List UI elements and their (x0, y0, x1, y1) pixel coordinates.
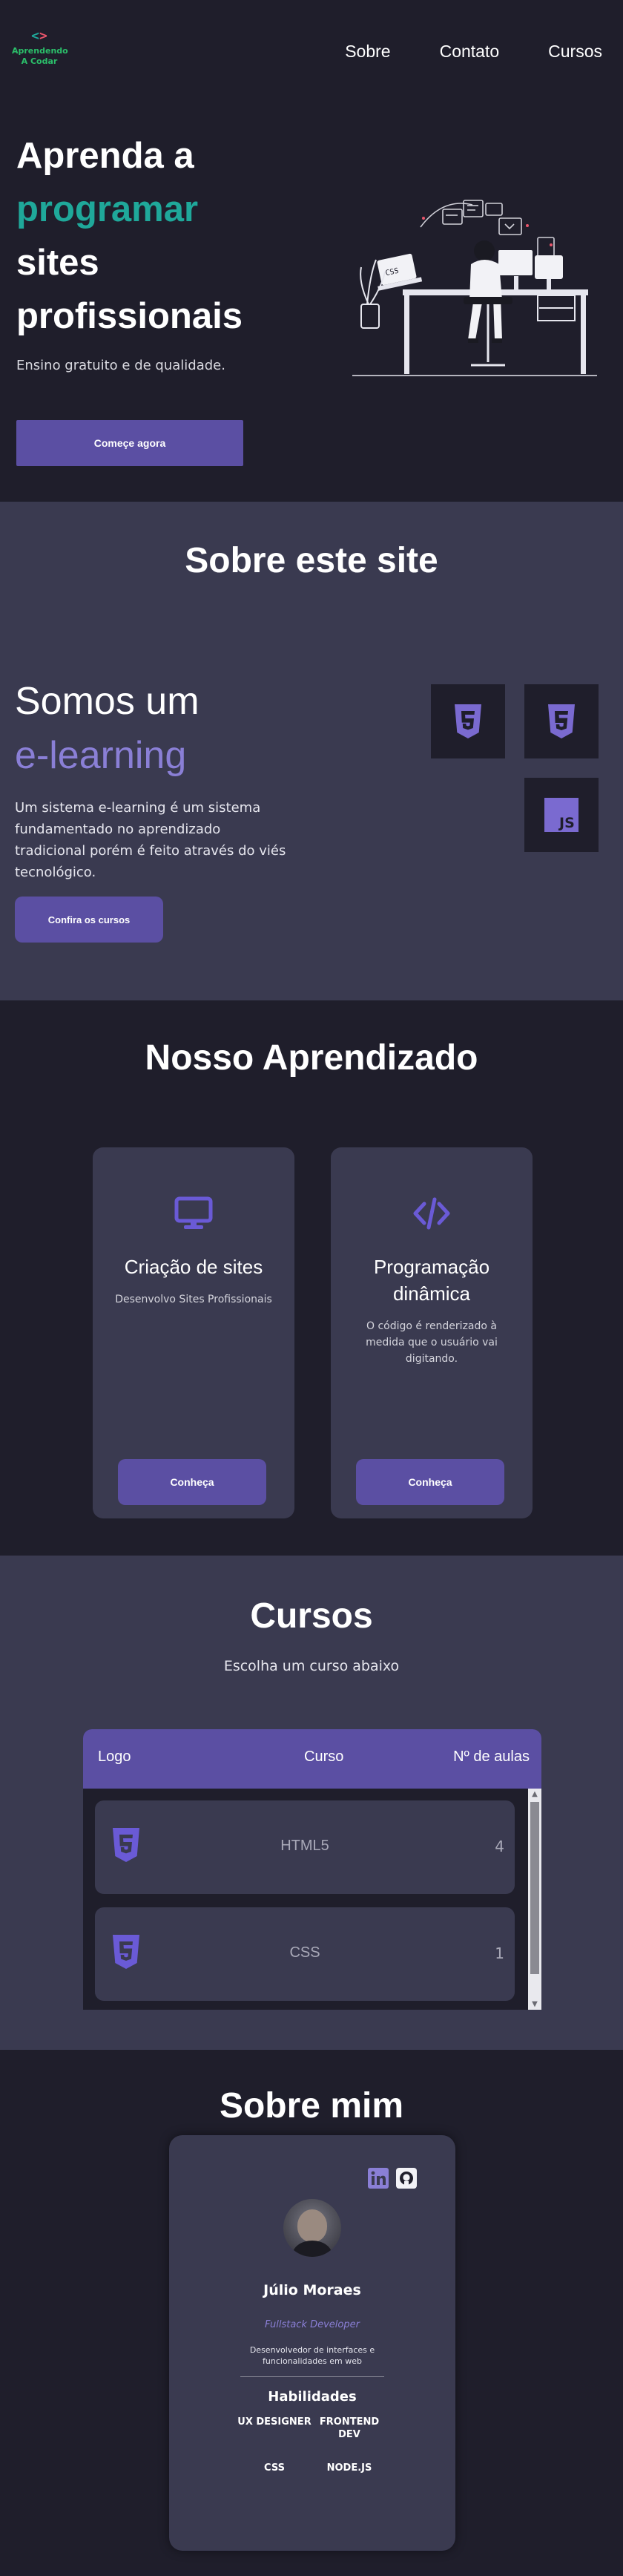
lesson-count: 1 (495, 1944, 504, 1962)
hero-title-line2: programar (16, 189, 199, 229)
js-tile: JS (524, 778, 599, 852)
learning-card-sites: Criação de sites Desenvolvo Sites Profis… (93, 1147, 294, 1518)
nav-link-cursos[interactable]: Cursos (548, 42, 602, 62)
hero-title-line3: sites (16, 243, 99, 283)
main-nav: Sobre Contato Cursos (296, 42, 602, 62)
github-icon[interactable] (396, 2168, 417, 2189)
skill-item: CSS (264, 2462, 285, 2474)
brand-line2: A Codar (21, 56, 58, 66)
about-me-section: Sobre mim Júlio Moraes Fullstack Develop… (0, 2050, 623, 2576)
skill-item: UX DESIGNER (237, 2416, 312, 2428)
card-description: Desenvolvo Sites Profissionais (115, 1294, 272, 1305)
card-icon-wrap (93, 1196, 294, 1230)
monitor-icon (174, 1196, 213, 1229)
elearning-heading-line2: e-learning (15, 734, 187, 777)
learn-more-button[interactable]: Conheça (356, 1459, 504, 1505)
courses-subtitle: Escolha um curso abaixo (223, 1658, 400, 1674)
start-now-button[interactable]: Começe agora (16, 420, 243, 466)
brand-mark-right: > (39, 28, 47, 44)
about-title: Sobre este site (185, 541, 438, 580)
scroll-up-icon[interactable]: ▲ (528, 1790, 541, 1798)
learning-title: Nosso Aprendizado (145, 1038, 478, 1078)
nav-link-contato[interactable]: Contato (440, 42, 500, 62)
css3-tile (524, 684, 599, 758)
card-title: Programação dinâmica (373, 1256, 490, 1305)
profile-name: Júlio Moraes (263, 2282, 361, 2298)
html5-tile (431, 684, 505, 758)
hero-title-line1: Aprenda a (16, 136, 194, 176)
scroll-down-icon[interactable]: ▼ (528, 2000, 541, 2008)
linkedin-icon[interactable] (368, 2168, 389, 2189)
check-courses-button[interactable]: Confira os cursos (15, 897, 163, 943)
column-header-lessons: Nº de aulas (453, 1749, 530, 1765)
hero-subtitle: Ensino gratuito e de qualidade. (16, 358, 225, 373)
hero-title: Aprenda a programar sites profissionais (16, 129, 243, 343)
brand-name: Aprendendo A Codar (12, 46, 68, 67)
column-header-logo: Logo (98, 1749, 131, 1765)
card-icon-wrap (331, 1196, 533, 1230)
profile-role: Fullstack Developer (265, 2319, 360, 2330)
hero-section: Aprenda a programar sites profissionais … (0, 96, 623, 502)
js-icon: JS (544, 798, 578, 832)
code-icon (413, 1197, 450, 1230)
column-header-course: Curso (304, 1749, 344, 1765)
learning-card-programming: Programação dinâmica O código é renderiz… (331, 1147, 533, 1518)
learn-more-button[interactable]: Conheça (118, 1459, 266, 1505)
card-title: Criação de sites (124, 1256, 263, 1278)
brand-line1: Aprendendo (12, 46, 68, 56)
profile-description: Desenvolvedor de interfaces e funcionali… (249, 2345, 375, 2366)
skills-title: Habilidades (268, 2389, 357, 2405)
card-description: O código é renderizado à medida que o us… (366, 1320, 498, 1365)
brand-logo[interactable]: <> Aprendendo A Codar (12, 30, 68, 67)
brand-mark: <> (12, 30, 67, 43)
css3-icon (548, 704, 575, 738)
course-name: HTML5 (280, 1838, 329, 1854)
table-row[interactable]: CSS 1 (95, 1907, 515, 2001)
js-icon-label: JS (558, 815, 575, 831)
scrollbar-thumb[interactable] (530, 1802, 539, 1974)
lesson-count: 4 (495, 1838, 504, 1855)
avatar (283, 2199, 341, 2257)
developer-illustration: CSS (352, 200, 597, 376)
site-header: <> Aprendendo A Codar Sobre Contato Curs… (0, 0, 623, 96)
social-links (368, 2168, 417, 2189)
skill-item: NODE.JS (326, 2462, 372, 2474)
about-me-title: Sobre mim (219, 2086, 404, 2126)
divider (240, 2376, 384, 2377)
courses-table: Logo Curso Nº de aulas HTML5 4 CSS 1 ▲ ▼ (83, 1729, 541, 2010)
brand-mark-left: < (31, 28, 39, 44)
about-section: Sobre este site Somos um e-learning Um s… (0, 502, 623, 1000)
learning-section: Nosso Aprendizado Criação de sites Desen… (0, 1000, 623, 1556)
elearning-heading-line1: Somos um (15, 680, 200, 723)
hero-title-line4: profissionais (16, 296, 243, 336)
profile-card: Júlio Moraes Fullstack Developer Desenvo… (169, 2135, 455, 2551)
nav-link-sobre[interactable]: Sobre (345, 42, 390, 62)
courses-section: Cursos Escolha um curso abaixo Logo Curs… (0, 1556, 623, 2050)
table-scrollbar[interactable]: ▲ ▼ (528, 1789, 541, 2010)
courses-title: Cursos (250, 1596, 373, 1636)
course-name: CSS (289, 1944, 320, 1961)
table-header: Logo Curso Nº de aulas (83, 1729, 541, 1789)
elearning-description: Um sistema e-learning é um sistema funda… (15, 800, 286, 880)
html5-icon (455, 704, 481, 738)
elearning-heading: Somos um e-learning (15, 675, 200, 783)
table-row[interactable]: HTML5 4 (95, 1800, 515, 1894)
skill-item: FRONTEND DEV (319, 2416, 380, 2440)
